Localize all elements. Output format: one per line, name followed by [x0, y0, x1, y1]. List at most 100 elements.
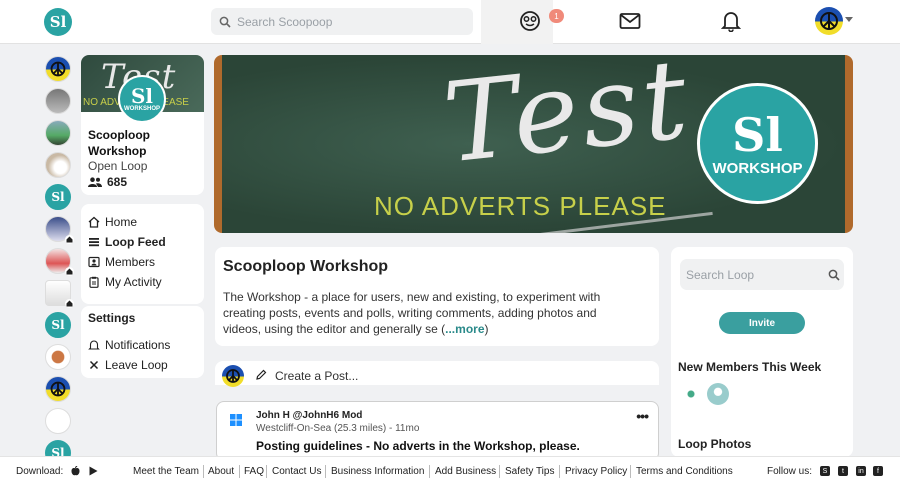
- menu-notifications[interactable]: Notifications: [88, 338, 170, 352]
- footer-divider: [239, 465, 240, 478]
- scoopoop-social-icon[interactable]: S: [820, 466, 830, 476]
- loop-logo-label: WORKSHOP: [124, 106, 160, 112]
- notification-badge: 1: [549, 9, 564, 23]
- footer-link-faq[interactable]: FAQ: [244, 466, 264, 477]
- members-icon: [88, 177, 102, 187]
- rail-peace-avatar-2[interactable]: [45, 376, 71, 402]
- loop-about-card: Scooploop Workshop The Workshop - a plac…: [215, 247, 659, 346]
- footer-link-about[interactable]: About: [208, 466, 234, 477]
- rail-text-avatar[interactable]: [45, 408, 71, 434]
- cover-logo-label: WORKSHOP: [712, 160, 803, 177]
- rail-romford-avatar[interactable]: [45, 88, 71, 114]
- footer-link-contact-us[interactable]: Contact Us: [272, 466, 321, 477]
- clipboard-icon: [89, 276, 99, 288]
- apple-icon[interactable]: [71, 466, 80, 476]
- home-badge-icon: [65, 267, 74, 276]
- footer-divider: [429, 465, 430, 478]
- rail-scoopoop-avatar-2[interactable]: Sl: [45, 312, 71, 338]
- menu-loop-feed-label: Loop Feed: [105, 235, 166, 249]
- loop-cover-logo: Sl WORKSHOP: [697, 83, 818, 204]
- post-location-time: Westcliff-On-Sea (25.3 miles) - 11mo: [256, 423, 420, 434]
- new-member-avatar[interactable]: [680, 383, 702, 405]
- loop-logo-mark: Sl: [130, 84, 154, 108]
- footer-divider: [203, 465, 204, 478]
- menu-leave-loop-label: Leave Loop: [105, 358, 168, 372]
- footer-link-add-business[interactable]: Add Business: [435, 466, 496, 477]
- mail-icon[interactable]: [617, 8, 643, 34]
- pencil-icon: [256, 369, 267, 380]
- google-play-icon[interactable]: [89, 466, 98, 476]
- footer-link-meet-the-team[interactable]: Meet the Team: [133, 466, 199, 477]
- twitter-icon[interactable]: t: [838, 466, 848, 476]
- post-more-icon[interactable]: •••: [636, 408, 649, 424]
- menu-leave-loop[interactable]: Leave Loop: [88, 358, 168, 372]
- rail-food-avatar[interactable]: [45, 344, 71, 370]
- chevron-down-icon[interactable]: [845, 17, 853, 22]
- menu-members-label: Members: [105, 255, 156, 269]
- settings-heading: Settings: [88, 311, 136, 325]
- bell-icon[interactable]: [718, 8, 744, 34]
- loop-logo[interactable]: Sl WORKSHOP: [118, 75, 166, 123]
- loop-description: The Workshop - a place for users, new an…: [223, 289, 635, 337]
- footer-divider: [325, 465, 326, 478]
- menu-home[interactable]: Home: [88, 215, 137, 229]
- menu-my-activity-label: My Activity: [105, 275, 162, 289]
- top-bar: Sl 1: [0, 0, 900, 44]
- windows-icon: [230, 414, 242, 426]
- member-count[interactable]: 685: [88, 175, 127, 189]
- facebook-icon[interactable]: f: [873, 466, 883, 476]
- footer-link-terms[interactable]: Terms and Conditions: [636, 466, 733, 477]
- global-search-input[interactable]: [237, 14, 457, 29]
- menu-home-label: Home: [105, 215, 138, 229]
- linkedin-icon[interactable]: in: [856, 466, 866, 476]
- cover-logo-mark: Sl: [732, 108, 783, 162]
- site-footer: Download: Meet the Team About FAQ Contac…: [0, 456, 900, 485]
- footer-divider: [266, 465, 267, 478]
- invite-button[interactable]: Invite: [719, 312, 805, 334]
- menu-my-activity[interactable]: My Activity: [88, 275, 162, 289]
- footer-link-privacy-policy[interactable]: Privacy Policy: [565, 466, 627, 477]
- home-badge-icon: [65, 299, 74, 308]
- search-icon[interactable]: [828, 269, 840, 281]
- follow-us-label: Follow us:: [767, 466, 813, 477]
- read-more-link[interactable]: ...more: [445, 322, 484, 336]
- menu-loop-feed[interactable]: Loop Feed: [88, 235, 166, 249]
- search-icon: [219, 16, 231, 28]
- loop-title: Scooploop Workshop: [223, 258, 389, 275]
- new-members-heading: New Members This Week: [678, 360, 822, 374]
- loop-description-text: The Workshop - a place for users, new an…: [223, 290, 601, 336]
- footer-link-safety-tips[interactable]: Safety Tips: [505, 466, 554, 477]
- loop-type: Open Loop: [88, 159, 148, 173]
- loop-description-close: ): [484, 322, 489, 336]
- menu-notifications-label: Notifications: [105, 338, 171, 352]
- menu-members[interactable]: Members: [88, 255, 155, 269]
- loop-photos-heading: Loop Photos: [678, 437, 752, 451]
- post-author[interactable]: John H @JohnH6 Mod: [256, 410, 362, 421]
- home-icon: [88, 216, 100, 228]
- footer-divider: [559, 465, 560, 478]
- loop-search[interactable]: [680, 259, 844, 290]
- user-avatar[interactable]: [815, 7, 843, 35]
- footer-link-business-information[interactable]: Business Information: [331, 466, 424, 477]
- cover-chalk-note: NO ADVERTS PLEASE: [374, 191, 667, 221]
- new-member-avatar[interactable]: [707, 383, 729, 405]
- rail-dog-avatar[interactable]: [45, 152, 71, 178]
- loop-search-input[interactable]: [686, 267, 816, 282]
- post-card[interactable]: John H @JohnH6 Mod Westcliff-On-Sea (25.…: [216, 401, 659, 461]
- rail-landscape-avatar[interactable]: [45, 120, 71, 146]
- scoopoop-logo[interactable]: Sl: [44, 8, 72, 36]
- bell-outline-icon: [88, 340, 100, 350]
- members-menu-icon: [88, 256, 100, 268]
- global-search[interactable]: [211, 8, 473, 35]
- rail-peace-avatar[interactable]: [45, 56, 71, 82]
- loop-name[interactable]: Scooploop Workshop: [88, 127, 198, 159]
- member-count-value: 685: [107, 175, 128, 189]
- post-composer[interactable]: Create a Post...: [215, 361, 659, 387]
- post-title[interactable]: Posting guidelines - No adverts in the W…: [256, 439, 580, 453]
- footer-divider: [499, 465, 500, 478]
- close-icon: [89, 360, 99, 370]
- rail-scoopoop-avatar[interactable]: Sl: [45, 184, 71, 210]
- composer-prompt[interactable]: Create a Post...: [275, 369, 358, 383]
- download-label: Download:: [16, 466, 64, 477]
- scoopoop-face-icon[interactable]: [517, 8, 543, 34]
